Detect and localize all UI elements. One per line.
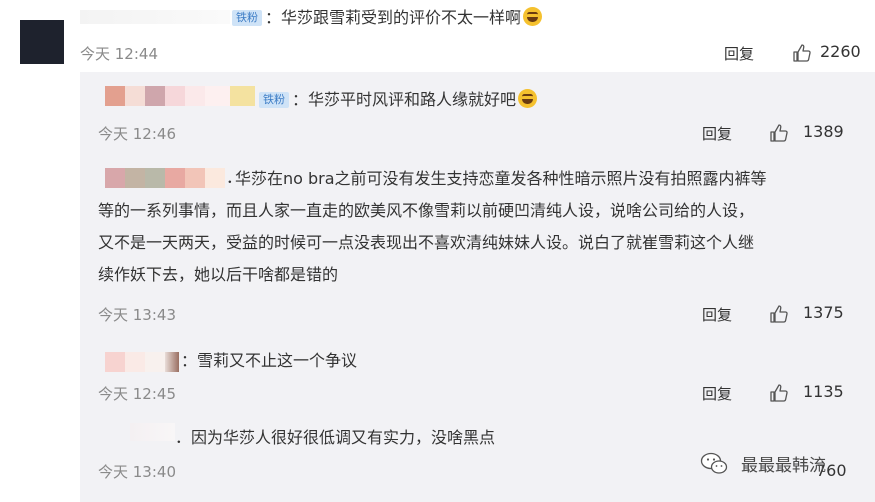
username-redacted[interactable] [130, 423, 175, 441]
username-redacted-part [145, 352, 165, 372]
username-redacted-part [125, 86, 145, 106]
username-redacted-part [205, 168, 225, 188]
avatar[interactable] [20, 20, 64, 64]
username-redacted-part [185, 168, 205, 188]
laugh-cry-emoji-icon [523, 7, 543, 26]
fan-badge[interactable]: 铁粉 [232, 10, 262, 26]
like-count: 2260 [820, 42, 861, 61]
comment-line: 等的一系列事情，而且人家一直走的欧美风不像雪莉以前硬凹清纯人设，说啥公司给的人设… [98, 201, 755, 220]
username-redacted[interactable] [105, 352, 125, 372]
username-redacted-part [230, 86, 255, 106]
thumbs-up-icon[interactable] [792, 43, 812, 63]
comment-line: 又不是一天两天，受益的时候可一点没表现出不喜欢清纯妹妹人设。说白了就崔雪莉这个人… [98, 233, 755, 252]
username-redacted-part [165, 168, 185, 188]
timestamp: 今天 13:40 [98, 463, 176, 481]
thumbs-up-icon[interactable] [769, 304, 789, 324]
comment-body: ：华莎跟雪莉受到的评价不太一样啊 [265, 8, 522, 27]
reply-button[interactable]: 回复 [724, 43, 754, 64]
username-redacted[interactable] [105, 168, 125, 188]
reply-button[interactable]: 回复 [702, 383, 732, 404]
comment-text: ：雪莉又不止这一个争议 [181, 351, 358, 370]
fan-badge[interactable]: 铁粉 [259, 92, 289, 108]
timestamp: 今天 12:45 [98, 385, 176, 403]
comment-text: 铁粉 ：华莎跟雪莉受到的评价不太一样啊 [232, 7, 543, 29]
comment-text: 铁粉 ：华莎平时风评和路人缘就好吧 [259, 89, 538, 111]
username-redacted-part [145, 168, 165, 188]
laugh-cry-emoji-icon [518, 89, 538, 108]
timestamp: 今天 12:46 [98, 125, 176, 143]
username-redacted[interactable] [80, 10, 230, 24]
reply-button[interactable]: 回复 [702, 123, 732, 144]
timestamp: 今天 13:43 [98, 306, 176, 324]
thumbs-up-icon[interactable] [769, 383, 789, 403]
username-redacted-part [185, 86, 205, 106]
comment-line: 华莎在no bra之前可没有发生支持恋童发各种性暗示照片没有拍照露内裤等 [235, 169, 767, 188]
comment-text: ．因为华莎人很好很低调又有实力，没啥黑点 [175, 428, 496, 447]
username-redacted-part [165, 352, 179, 372]
watermark: 最最最韩流 [741, 456, 826, 476]
reply-button[interactable]: 回复 [702, 304, 732, 325]
username-redacted-part [145, 86, 165, 106]
comment-body: 华莎在no bra之前可没有发生支持恋童发各种性暗示照片没有拍照露内裤等 等的一… [98, 163, 767, 291]
comment-body: ：华莎平时风评和路人缘就好吧 [292, 90, 517, 109]
like-count: 1389 [803, 122, 844, 141]
username-redacted-part [165, 86, 185, 106]
username-redacted-part [125, 168, 145, 188]
like-count: 1375 [803, 303, 844, 322]
username-redacted[interactable] [105, 86, 125, 106]
username-redacted-part [125, 352, 145, 372]
wechat-icon [700, 452, 728, 474]
thumbs-up-icon[interactable] [769, 123, 789, 143]
like-count: 1135 [803, 382, 844, 401]
timestamp: 今天 12:44 [80, 45, 158, 63]
username-redacted-part [205, 86, 230, 106]
comment-line: 续作妖下去，她以后干啥都是错的 [98, 265, 339, 284]
